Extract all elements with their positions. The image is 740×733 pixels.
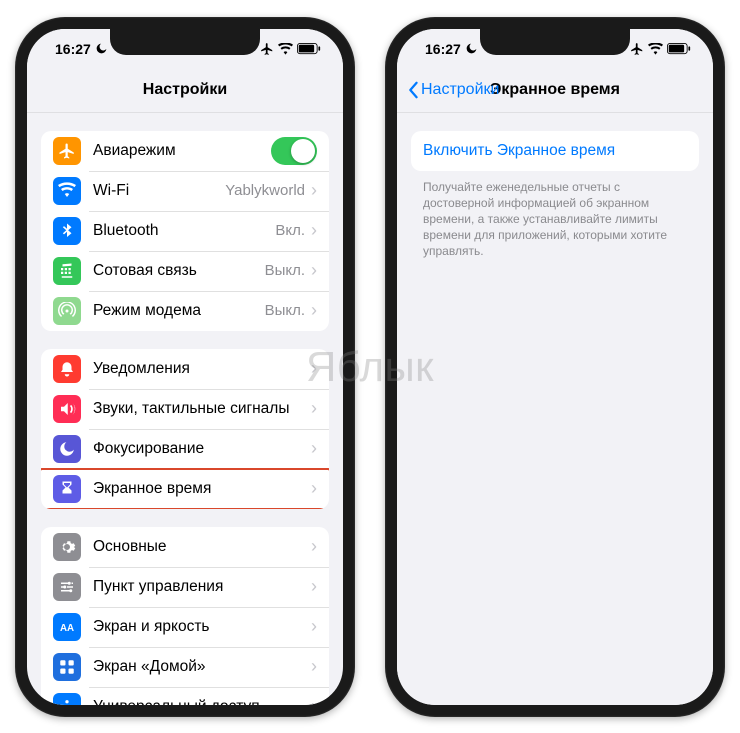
- airplane-status-icon: [630, 42, 644, 56]
- settings-row-универсальный-доступ[interactable]: Универсальный доступ›: [41, 687, 329, 705]
- group-enable: Включить Экранное время: [411, 131, 699, 171]
- row-value: Выкл.: [265, 262, 305, 279]
- wifi-status-icon: [648, 43, 663, 55]
- page-title: Настройки: [143, 81, 227, 99]
- row-label: Фокусирование: [93, 440, 311, 458]
- chevron-right-icon: ›: [311, 696, 317, 705]
- row-label: Bluetooth: [93, 222, 275, 240]
- row-label: Основные: [93, 538, 311, 556]
- notch: [110, 29, 260, 55]
- settings-row-режим-модема[interactable]: Режим модемаВыкл. ›: [41, 291, 329, 331]
- accessibility-icon: [53, 693, 81, 705]
- chevron-right-icon: ›: [311, 260, 317, 281]
- nav-bar: Настройки Экранное время: [397, 69, 713, 113]
- toggle-switch[interactable]: [271, 137, 317, 165]
- row-label: Универсальный доступ: [93, 698, 311, 705]
- svg-text:AA: AA: [60, 622, 74, 633]
- sliders-icon: [53, 573, 81, 601]
- cellular-icon: [53, 257, 81, 285]
- settings-row-bluetooth[interactable]: BluetoothВкл. ›: [41, 211, 329, 251]
- battery-icon: [667, 43, 691, 55]
- row-label: Авиарежим: [93, 142, 271, 160]
- settings-row-звуки-тактильные-сигналы[interactable]: Звуки, тактильные сигналы›: [41, 389, 329, 429]
- row-value: Выкл.: [265, 302, 305, 319]
- settings-row-экран-домой-[interactable]: Экран «Домой»›: [41, 647, 329, 687]
- aa-icon: AA: [53, 613, 81, 641]
- bluetooth-icon: [53, 217, 81, 245]
- nav-bar: Настройки: [27, 69, 343, 113]
- bell-icon: [53, 355, 81, 383]
- row-value: Вкл.: [275, 222, 305, 239]
- group-connectivity: Авиарежим Wi-FiYablykworld › BluetoothВкл. ›…: [41, 131, 329, 331]
- enable-screentime-label: Включить Экранное время: [423, 142, 687, 160]
- chevron-right-icon: ›: [311, 616, 317, 637]
- settings-row-экранное-время[interactable]: Экранное время›: [41, 469, 329, 509]
- row-label: Пункт управления: [93, 578, 311, 596]
- chevron-right-icon: ›: [311, 656, 317, 677]
- moon-icon: [465, 42, 478, 55]
- row-label: Звуки, тактильные сигналы: [93, 400, 311, 418]
- back-label: Настройки: [421, 81, 499, 99]
- gear-icon: [53, 533, 81, 561]
- chevron-right-icon: ›: [311, 536, 317, 557]
- row-label: Уведомления: [93, 360, 311, 378]
- moon-icon: [53, 435, 81, 463]
- settings-row-экран-и-яркость[interactable]: AA Экран и яркость›: [41, 607, 329, 647]
- row-label: Экранное время: [93, 480, 311, 498]
- wifi-icon: [53, 177, 81, 205]
- chevron-right-icon: ›: [311, 438, 317, 459]
- moon-icon: [95, 42, 108, 55]
- row-label: Wi-Fi: [93, 182, 225, 200]
- screen-left: 16:27 Настройки Авиарежим Wi-FiYablykworl…: [27, 29, 343, 705]
- chevron-right-icon: ›: [311, 576, 317, 597]
- hotspot-icon: [53, 297, 81, 325]
- airplane-status-icon: [260, 42, 274, 56]
- row-label: Экран и яркость: [93, 618, 311, 636]
- wifi-status-icon: [278, 43, 293, 55]
- phone-frame-left: 16:27 Настройки Авиарежим Wi-FiYablykworl…: [15, 17, 355, 717]
- enable-screentime-row[interactable]: Включить Экранное время: [411, 131, 699, 171]
- battery-icon: [297, 43, 321, 55]
- grid-icon: [53, 653, 81, 681]
- footer-description: Получайте еженедельные отчеты с достовер…: [397, 171, 713, 260]
- airplane-icon: [53, 137, 81, 165]
- back-button[interactable]: Настройки: [407, 81, 499, 99]
- hourglass-icon: [53, 475, 81, 503]
- settings-row-уведомления[interactable]: Уведомления›: [41, 349, 329, 389]
- row-value: Yablykworld: [225, 182, 305, 199]
- chevron-right-icon: ›: [311, 220, 317, 241]
- notch: [480, 29, 630, 55]
- status-time: 16:27: [55, 41, 91, 57]
- row-label: Режим модема: [93, 302, 265, 320]
- chevron-right-icon: ›: [311, 398, 317, 419]
- settings-row-фокусирование[interactable]: Фокусирование›: [41, 429, 329, 469]
- settings-row-wi-fi[interactable]: Wi-FiYablykworld ›: [41, 171, 329, 211]
- phone-frame-right: 16:27 Настройки Экранное время Включить: [385, 17, 725, 717]
- settings-row-сотовая-связь[interactable]: Сотовая связьВыкл. ›: [41, 251, 329, 291]
- chevron-right-icon: ›: [311, 300, 317, 321]
- settings-row-пункт-управления[interactable]: Пункт управления›: [41, 567, 329, 607]
- chevron-right-icon: ›: [311, 478, 317, 499]
- status-time: 16:27: [425, 41, 461, 57]
- page-title: Экранное время: [490, 81, 620, 99]
- chevron-right-icon: ›: [311, 358, 317, 379]
- screentime-content: Включить Экранное время Получайте еженед…: [397, 113, 713, 705]
- screen-right: 16:27 Настройки Экранное время Включить: [397, 29, 713, 705]
- chevron-right-icon: ›: [311, 180, 317, 201]
- row-label: Экран «Домой»: [93, 658, 311, 676]
- group-general: Основные›Пункт управления›AAЭкран и ярко…: [41, 527, 329, 705]
- row-label: Сотовая связь: [93, 262, 265, 280]
- settings-content[interactable]: Авиарежим Wi-FiYablykworld › BluetoothВкл. ›…: [27, 113, 343, 705]
- sound-icon: [53, 395, 81, 423]
- settings-row-основные[interactable]: Основные›: [41, 527, 329, 567]
- settings-row-авиарежим[interactable]: Авиарежим: [41, 131, 329, 171]
- group-notifications: Уведомления›Звуки, тактильные сигналы›Фо…: [41, 349, 329, 509]
- chevron-left-icon: [407, 81, 419, 99]
